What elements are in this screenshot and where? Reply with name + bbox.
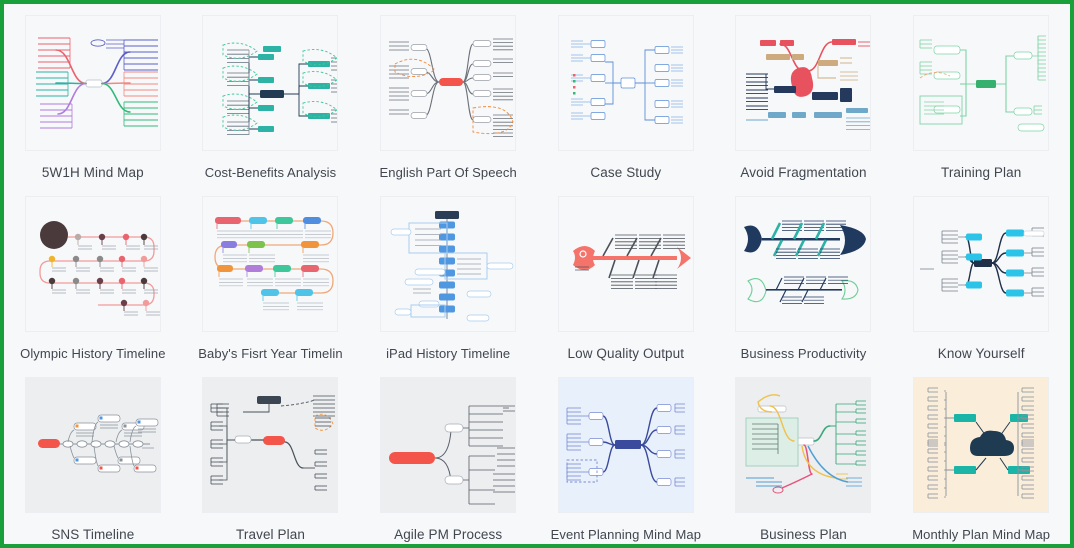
template-thumbnail[interactable] bbox=[202, 15, 339, 151]
template-label: Cost-Benefits Analysis bbox=[204, 165, 337, 180]
template-label: Business Productivity bbox=[740, 346, 867, 361]
template-label: 5W1H Mind Map bbox=[41, 165, 144, 180]
template-card[interactable]: Agile PM Process bbox=[359, 366, 537, 544]
template-label: Avoid Fragmentation bbox=[740, 165, 867, 180]
template-thumbnail[interactable] bbox=[735, 15, 872, 151]
template-thumbnail[interactable] bbox=[557, 15, 694, 151]
template-label: Agile PM Process bbox=[394, 527, 503, 542]
template-card[interactable]: Avoid Fragmentation bbox=[715, 4, 893, 185]
template-card[interactable]: English Part Of Speech bbox=[359, 4, 537, 185]
template-label: Know Yourself bbox=[937, 346, 1025, 361]
template-thumbnail[interactable] bbox=[735, 377, 872, 513]
template-thumbnail[interactable] bbox=[24, 377, 161, 513]
template-card[interactable]: Business Productivity bbox=[715, 185, 893, 366]
template-label: English Part Of Speech bbox=[379, 165, 517, 180]
template-gallery: 5W1H Mind Map Cost-Benefits Analysis Engli… bbox=[0, 0, 1074, 548]
template-thumbnail[interactable] bbox=[202, 196, 339, 332]
template-label: Training Plan bbox=[940, 165, 1022, 180]
template-label: Event Planning Mind Map bbox=[550, 527, 702, 542]
template-card[interactable]: Monthly Plan Mind Map bbox=[892, 366, 1070, 544]
template-label: Low Quality Output bbox=[567, 346, 685, 361]
template-card[interactable]: Low Quality Output bbox=[537, 185, 715, 366]
template-card[interactable]: Know Yourself bbox=[892, 185, 1070, 366]
template-label: iPad History Timeline bbox=[386, 346, 511, 361]
template-thumbnail[interactable] bbox=[380, 377, 517, 513]
template-thumbnail[interactable] bbox=[24, 15, 161, 151]
template-label: Monthly Plan Mind Map bbox=[912, 527, 1051, 542]
template-card[interactable]: Event Planning Mind Map bbox=[537, 366, 715, 544]
template-card[interactable]: iPad History Timeline bbox=[359, 185, 537, 366]
template-card[interactable]: Baby's Fisrt Year Timelin bbox=[182, 185, 360, 366]
template-label: Case Study bbox=[590, 165, 662, 180]
template-label: Olympic History Timeline bbox=[20, 346, 166, 361]
template-card[interactable]: Travel Plan bbox=[182, 366, 360, 544]
template-grid: 5W1H Mind Map Cost-Benefits Analysis Engli… bbox=[4, 4, 1070, 544]
template-thumbnail[interactable] bbox=[913, 196, 1050, 332]
template-thumbnail[interactable] bbox=[24, 196, 161, 332]
template-thumbnail[interactable] bbox=[913, 377, 1050, 513]
template-card[interactable]: Olympic History Timeline bbox=[4, 185, 182, 366]
template-thumbnail[interactable] bbox=[735, 196, 872, 332]
template-card[interactable]: SNS Timeline bbox=[4, 366, 182, 544]
template-label: Baby's Fisrt Year Timelin bbox=[198, 346, 343, 361]
template-card[interactable]: Training Plan bbox=[892, 4, 1070, 185]
template-thumbnail[interactable] bbox=[202, 377, 339, 513]
template-label: SNS Timeline bbox=[51, 527, 135, 542]
template-thumbnail[interactable] bbox=[557, 196, 694, 332]
template-label: Travel Plan bbox=[236, 527, 305, 542]
template-card[interactable]: 5W1H Mind Map bbox=[4, 4, 182, 185]
template-card[interactable]: Case Study bbox=[537, 4, 715, 185]
template-card[interactable]: Business Plan bbox=[715, 366, 893, 544]
template-thumbnail[interactable] bbox=[380, 196, 517, 332]
template-card[interactable]: Cost-Benefits Analysis bbox=[182, 4, 360, 185]
template-label: Business Plan bbox=[760, 527, 847, 542]
template-thumbnail[interactable] bbox=[913, 15, 1050, 151]
template-thumbnail[interactable] bbox=[557, 377, 694, 513]
template-thumbnail[interactable] bbox=[380, 15, 517, 151]
